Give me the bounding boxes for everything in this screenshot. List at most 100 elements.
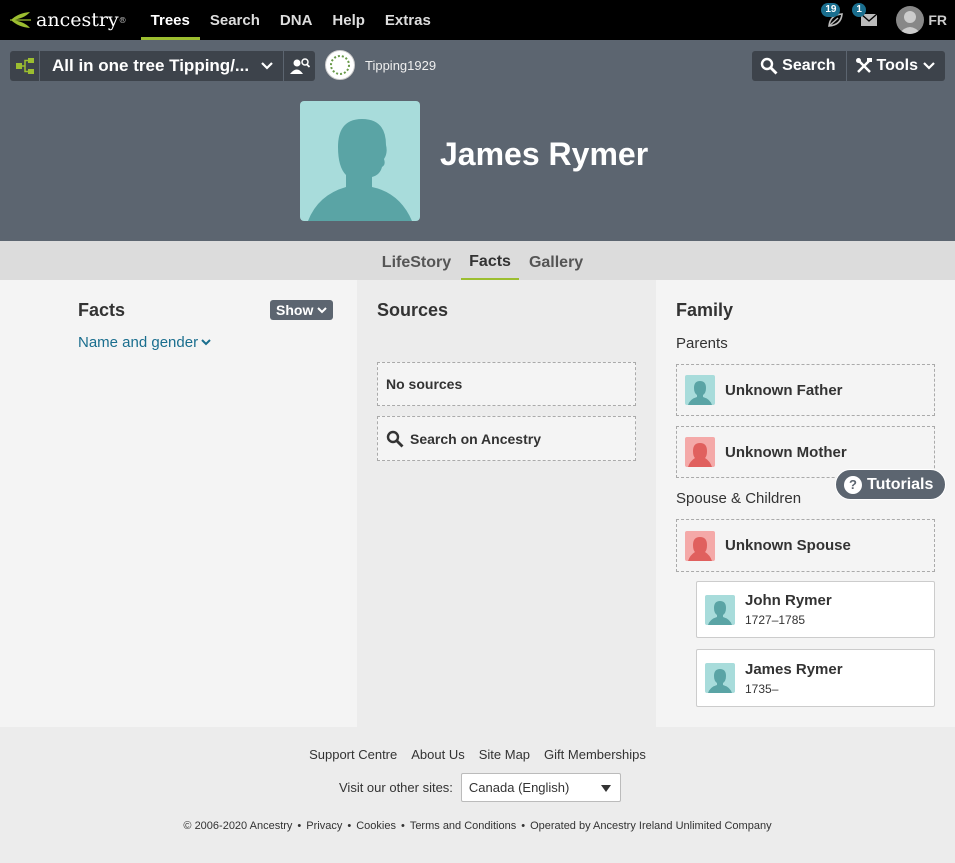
male-silhouette-icon bbox=[688, 381, 712, 405]
legal-line: © 2006-2020 Ancestry • Privacy • Cookies… bbox=[183, 820, 772, 832]
show-label: Show bbox=[276, 302, 314, 318]
other-sites: Visit our other sites: Canada (English) bbox=[339, 773, 621, 802]
hints-badge: 19 bbox=[821, 3, 841, 17]
spouse-card[interactable]: Unknown Spouse bbox=[676, 519, 935, 572]
footer-links: Support Centre About Us Site Map Gift Me… bbox=[0, 747, 955, 762]
user-initials[interactable]: FR bbox=[928, 12, 947, 28]
legal-cookies[interactable]: Cookies bbox=[356, 820, 396, 832]
female-avatar bbox=[685, 437, 715, 467]
name-gender-label: Name and gender bbox=[78, 334, 199, 351]
search-on-ancestry-label: Search on Ancestry bbox=[410, 430, 541, 447]
tab-facts[interactable]: Facts bbox=[461, 241, 519, 280]
wreath-icon bbox=[330, 55, 350, 75]
nav-dna[interactable]: DNA bbox=[270, 0, 323, 40]
top-navigation: ancestry ® Trees Search DNA Help Extras 1… bbox=[0, 0, 955, 40]
parents-label: Parents bbox=[676, 335, 728, 352]
sources-heading: Sources bbox=[377, 300, 449, 320]
main-nav-links: Trees Search DNA Help Extras bbox=[140, 0, 441, 40]
find-person-icon bbox=[289, 58, 310, 74]
name-and-gender-toggle[interactable]: Name and gender bbox=[78, 334, 211, 351]
mother-name: Unknown Mother bbox=[725, 443, 847, 461]
other-sites-label: Visit our other sites: bbox=[339, 780, 453, 795]
no-sources-text: No sources bbox=[386, 376, 463, 392]
legal-terms[interactable]: Terms and Conditions bbox=[410, 820, 516, 832]
search-on-ancestry-button[interactable]: Search on Ancestry bbox=[377, 416, 636, 461]
tree-view-button[interactable] bbox=[10, 51, 40, 81]
footer-link-gift[interactable]: Gift Memberships bbox=[544, 747, 646, 762]
tree-name: All in one tree Tipping/... bbox=[52, 56, 250, 75]
footer-link-about[interactable]: About Us bbox=[411, 747, 464, 762]
chevron-down-icon bbox=[923, 62, 935, 70]
owner-avatar bbox=[325, 50, 355, 80]
facts-column: Facts Show Name and gender bbox=[0, 280, 357, 727]
father-card[interactable]: Unknown Father bbox=[676, 364, 935, 416]
tutorials-button[interactable]: ? Tutorials bbox=[835, 469, 947, 500]
male-silhouette-icon bbox=[708, 669, 732, 693]
nav-help[interactable]: Help bbox=[322, 0, 375, 40]
footer-link-sitemap[interactable]: Site Map bbox=[479, 747, 530, 762]
person-tabs: LifeStory Facts Gallery bbox=[0, 241, 955, 280]
no-sources-box: No sources bbox=[377, 362, 636, 406]
chevron-down-icon bbox=[261, 62, 273, 70]
child-dates: 1735– bbox=[745, 681, 779, 696]
messages-button[interactable]: 1 bbox=[852, 3, 882, 33]
tutorials-label: Tutorials bbox=[867, 475, 934, 493]
leaf-icon bbox=[10, 12, 31, 28]
logo-text: ancestry bbox=[36, 9, 119, 31]
hints-button[interactable]: 19 bbox=[821, 3, 848, 33]
tree-selector-bar: All in one tree Tipping/... bbox=[10, 51, 315, 81]
dropdown-arrow-icon bbox=[600, 785, 611, 792]
male-avatar bbox=[685, 375, 715, 405]
child-card[interactable]: James Rymer 1735– bbox=[696, 649, 935, 707]
female-silhouette-icon bbox=[688, 536, 712, 561]
page-footer: Support Centre About Us Site Map Gift Me… bbox=[0, 727, 955, 863]
user-avatar[interactable] bbox=[896, 6, 925, 34]
person-silhouette-icon bbox=[899, 11, 922, 34]
tree-owner[interactable]: Tipping1929 bbox=[325, 50, 436, 80]
nav-search[interactable]: Search bbox=[200, 0, 270, 40]
tools-button[interactable]: Tools bbox=[845, 51, 945, 81]
ancestry-logo[interactable]: ancestry ® bbox=[10, 9, 127, 31]
female-avatar bbox=[685, 530, 715, 561]
question-icon: ? bbox=[844, 475, 862, 494]
owner-name: Tipping1929 bbox=[365, 57, 437, 73]
header-tools: Search Tools bbox=[752, 51, 945, 81]
nav-trees[interactable]: Trees bbox=[140, 0, 200, 40]
male-avatar bbox=[705, 663, 735, 693]
person-portrait[interactable] bbox=[300, 101, 420, 221]
male-silhouette-icon bbox=[308, 119, 412, 221]
chevron-down-icon bbox=[317, 306, 328, 313]
messages-badge: 1 bbox=[852, 3, 866, 17]
tree-search-button[interactable]: Search bbox=[752, 51, 845, 81]
tab-gallery[interactable]: Gallery bbox=[521, 241, 591, 280]
person-name: James Rymer bbox=[440, 136, 649, 172]
child-card[interactable]: John Rymer 1727–1785 bbox=[696, 581, 935, 638]
spouse-name: Unknown Spouse bbox=[725, 537, 851, 554]
child-dates: 1727–1785 bbox=[745, 613, 806, 627]
search-icon bbox=[760, 57, 778, 75]
footer-link-support[interactable]: Support Centre bbox=[309, 747, 397, 762]
father-name: Unknown Father bbox=[725, 381, 843, 399]
pedigree-icon bbox=[15, 58, 34, 74]
site-select[interactable]: Canada (English) bbox=[460, 773, 621, 802]
male-avatar bbox=[705, 594, 735, 625]
legal-operator: Operated by Ancestry Ireland Unlimited C… bbox=[530, 820, 772, 832]
tools-label: Tools bbox=[876, 57, 918, 74]
child-name: John Rymer bbox=[745, 592, 832, 609]
male-silhouette-icon bbox=[708, 600, 732, 625]
tree-search-label: Search bbox=[782, 57, 836, 74]
nav-extras[interactable]: Extras bbox=[375, 0, 441, 40]
family-column: Family Parents Unknown Father Unknown Mo… bbox=[656, 280, 955, 727]
female-silhouette-icon bbox=[688, 443, 712, 467]
legal-privacy[interactable]: Privacy bbox=[306, 820, 342, 832]
find-person-button[interactable] bbox=[284, 51, 315, 81]
spouse-children-label: Spouse & Children bbox=[676, 490, 802, 507]
tree-name-dropdown[interactable]: All in one tree Tipping/... bbox=[40, 51, 284, 81]
tab-lifestory[interactable]: LifeStory bbox=[374, 241, 459, 280]
search-icon bbox=[386, 430, 404, 447]
family-heading: Family bbox=[676, 300, 734, 320]
chevron-down-icon bbox=[201, 339, 211, 346]
show-button[interactable]: Show bbox=[270, 300, 334, 320]
site-select-value: Canada (English) bbox=[468, 780, 570, 795]
facts-heading: Facts bbox=[78, 300, 126, 320]
